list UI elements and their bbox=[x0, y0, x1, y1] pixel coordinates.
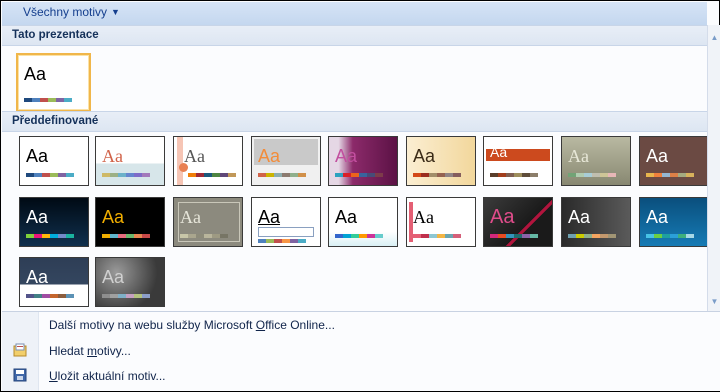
theme-thumb-equity[interactable]: Aa bbox=[406, 136, 476, 186]
theme-thumb-origin[interactable]: Aa bbox=[328, 197, 398, 247]
theme-thumb-urban[interactable]: Aa bbox=[19, 257, 89, 307]
theme-thumb-paper[interactable]: Aa bbox=[406, 197, 476, 247]
menu-browse-themes[interactable]: Hledat motivy... bbox=[49, 344, 131, 358]
save-theme-icon bbox=[13, 368, 27, 382]
section-this-presentation: Tato prezentace bbox=[2, 25, 707, 46]
all-themes-dropdown[interactable]: Všechny motivy ▼ bbox=[2, 2, 707, 26]
theme-thumb-trek[interactable]: Aa bbox=[639, 197, 709, 247]
theme-thumb-solstice[interactable]: Aa bbox=[483, 197, 553, 247]
theme-preview-text: Aa bbox=[24, 64, 47, 84]
gallery-scrollbar[interactable]: ▲ ▼ bbox=[707, 25, 720, 311]
section-this-presentation-label: Tato prezentace bbox=[12, 29, 99, 41]
theme-thumb-median[interactable]: Aa bbox=[639, 136, 709, 186]
section-predefined-label: Předdefinované bbox=[12, 115, 99, 127]
menu-more-themes-online[interactable]: Další motivy na webu služby Microsoft Of… bbox=[49, 318, 335, 332]
theme-thumb-metro[interactable]: Aa bbox=[19, 197, 89, 247]
section-predefined: Předdefinované bbox=[2, 111, 707, 132]
scroll-up-icon[interactable]: ▲ bbox=[709, 33, 720, 43]
menu-save-current-theme[interactable]: Uložit aktuální motiv... bbox=[49, 369, 166, 383]
theme-thumb-foundry[interactable]: Aa bbox=[561, 136, 631, 186]
theme-thumb-office[interactable]: Aa bbox=[19, 136, 89, 186]
theme-thumb-module[interactable]: Aa bbox=[95, 197, 165, 247]
theme-thumb-apex[interactable]: Aa bbox=[95, 136, 165, 186]
scroll-down-icon[interactable]: ▼ bbox=[709, 297, 720, 307]
theme-thumb-aspect[interactable]: Aa bbox=[173, 136, 243, 186]
themes-gallery-panel: Všechny motivy ▼ Tato prezentace Aa Předd… bbox=[0, 0, 720, 392]
browse-folder-icon bbox=[13, 343, 27, 357]
theme-thumb-technic[interactable]: Aa bbox=[561, 197, 631, 247]
theme-thumb-opulent[interactable]: Aa bbox=[173, 197, 243, 247]
themes-menu: Další motivy na webu služby Microsoft Of… bbox=[2, 311, 720, 391]
theme-thumb-concourse[interactable]: Aa bbox=[328, 136, 398, 186]
theme-thumb-civic[interactable]: Aa bbox=[251, 136, 321, 186]
dropdown-arrow-icon: ▼ bbox=[111, 7, 120, 17]
theme-thumb-oriel[interactable]: Aa bbox=[251, 197, 321, 247]
all-themes-label: Všechny motivy bbox=[23, 5, 108, 19]
theme-thumb-verve[interactable]: Aa bbox=[95, 257, 165, 307]
theme-thumb-flow[interactable]: Aa bbox=[483, 136, 553, 186]
theme-thumb-current[interactable]: Aa bbox=[16, 53, 91, 112]
